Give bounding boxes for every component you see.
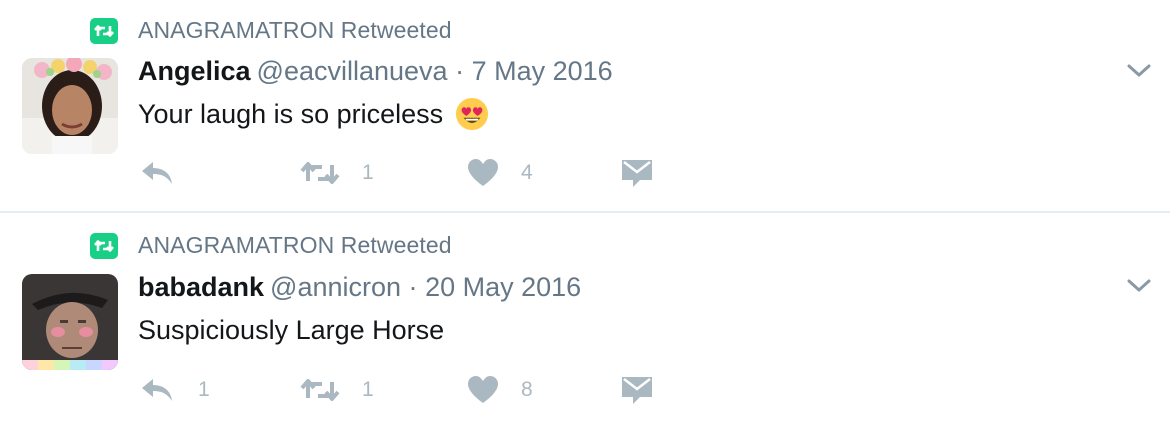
heart-icon	[468, 159, 498, 186]
tweet-actions: 1 4	[140, 155, 680, 191]
direct-message-button[interactable]	[620, 155, 654, 191]
reply-icon	[142, 379, 172, 401]
separator: ·	[455, 56, 465, 86]
chevron-down-icon[interactable]	[1125, 60, 1153, 80]
retweet-context-text[interactable]: ANAGRAMATRON Retweeted	[138, 232, 452, 259]
author-name[interactable]: Angelica	[138, 56, 251, 86]
author-name[interactable]: babadank	[138, 272, 264, 302]
retweet-icon	[300, 162, 340, 184]
tweet-date[interactable]: 20 May 2016	[425, 272, 581, 302]
tweet-text: Your laugh is so priceless	[138, 97, 489, 131]
separator: ·	[408, 272, 418, 302]
retweet-count: 1	[362, 378, 374, 401]
author-handle[interactable]: @annicron	[270, 272, 401, 302]
tweet[interactable]: ANAGRAMATRON Retweeted babadank @annicron…	[0, 215, 1170, 430]
heart-eyes-emoji-icon	[456, 97, 489, 131]
tweet-date[interactable]: 7 May 2016	[472, 56, 613, 86]
envelope-icon	[622, 160, 652, 187]
retweet-context: ANAGRAMATRON Retweeted	[90, 232, 452, 259]
retweet-context: ANAGRAMATRON Retweeted	[90, 17, 452, 44]
direct-message-button[interactable]	[620, 372, 654, 408]
author-handle[interactable]: @eacvillanueva	[257, 56, 448, 86]
tweet[interactable]: ANAGRAMATRON Retweeted Angelica @eacvilla…	[0, 0, 1170, 213]
like-count: 4	[521, 161, 533, 184]
tweet-text-content: Suspiciously Large Horse	[138, 315, 445, 345]
retweet-icon	[300, 379, 340, 401]
retweet-badge-icon	[90, 232, 118, 259]
chevron-down-icon[interactable]	[1125, 275, 1153, 295]
like-button[interactable]: 8	[467, 372, 533, 408]
reply-icon	[142, 162, 172, 184]
tweet-text-content: Your laugh is so priceless	[138, 98, 444, 129]
tweet-actions: 1 1 8	[140, 372, 680, 408]
like-count: 8	[521, 378, 533, 401]
retweet-badge-icon	[90, 17, 118, 44]
avatar[interactable]	[22, 274, 118, 370]
reply-button[interactable]	[140, 155, 198, 191]
tweet-header: Angelica @eacvillanueva · 7 May 2016	[138, 56, 613, 87]
like-button[interactable]: 4	[467, 155, 533, 191]
reply-count: 1	[198, 378, 210, 401]
tweet-text: Suspiciously Large Horse	[138, 315, 444, 346]
retweet-button[interactable]: 1	[300, 155, 374, 191]
envelope-icon	[622, 377, 652, 404]
retweet-context-text[interactable]: ANAGRAMATRON Retweeted	[138, 17, 452, 44]
retweet-count: 1	[362, 161, 374, 184]
heart-icon	[468, 376, 498, 403]
avatar[interactable]	[22, 58, 118, 154]
tweet-header: babadank @annicron · 20 May 2016	[138, 272, 581, 303]
reply-button[interactable]: 1	[140, 372, 210, 408]
retweet-button[interactable]: 1	[300, 372, 374, 408]
